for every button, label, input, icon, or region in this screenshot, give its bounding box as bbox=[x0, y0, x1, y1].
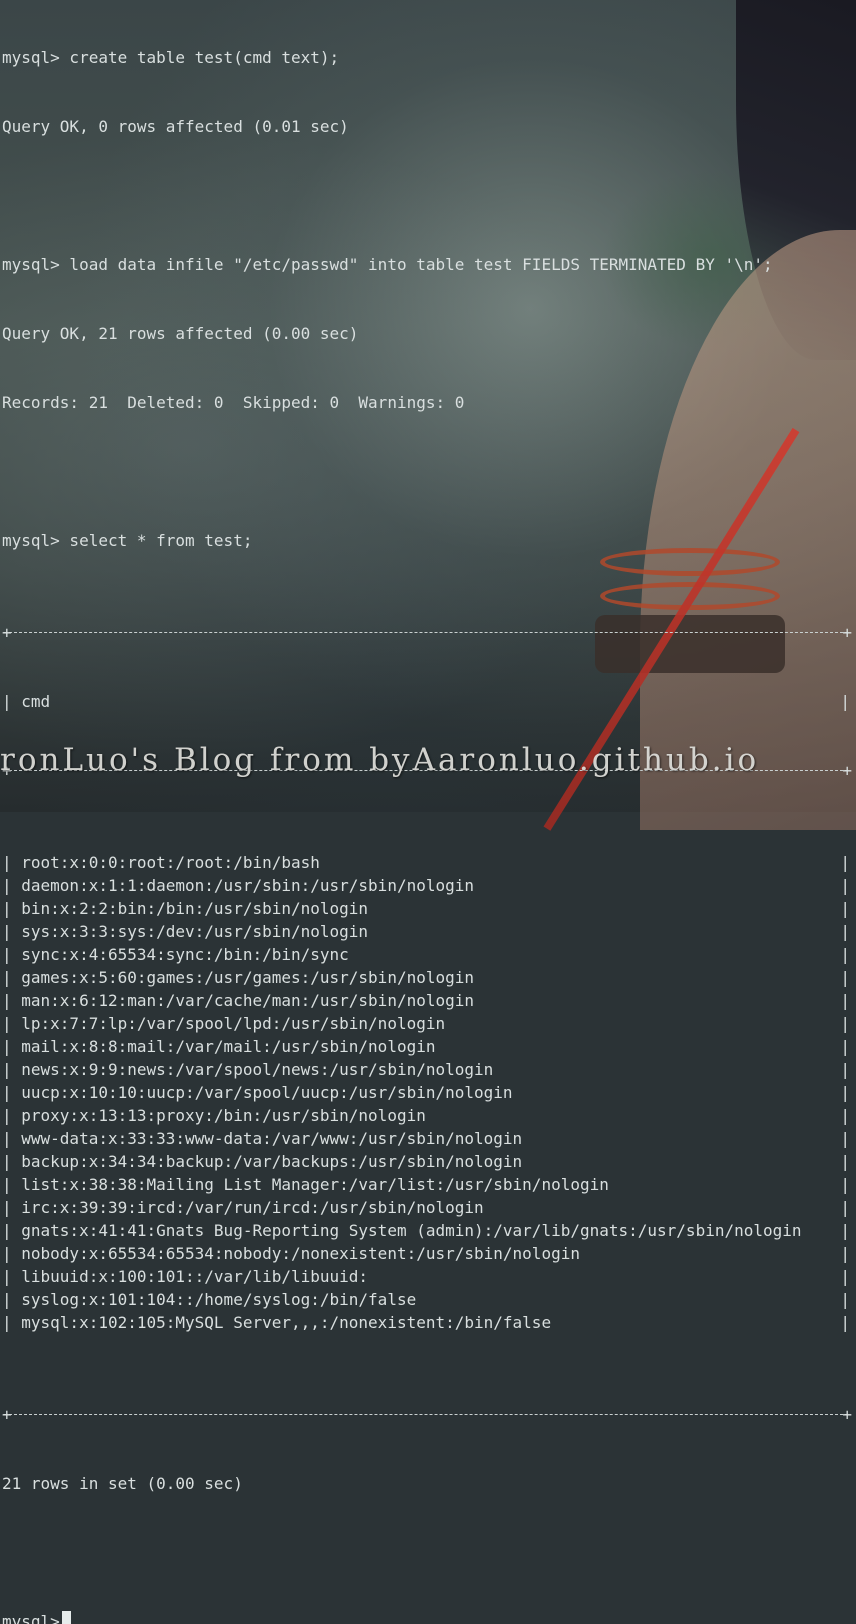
table-right-border: | bbox=[840, 922, 850, 941]
table-right-border: | bbox=[840, 1106, 850, 1125]
command-prompt[interactable]: mysql> bbox=[2, 1610, 854, 1624]
table-row: | uucp:x:10:10:uucp:/var/spool/uucp:/usr… bbox=[2, 1081, 854, 1104]
table-right-border: | bbox=[840, 968, 850, 987]
table-cell: | daemon:x:1:1:daemon:/usr/sbin:/usr/sbi… bbox=[2, 876, 475, 895]
terminal-output[interactable]: mysql> create table test(cmd text); Quer… bbox=[2, 0, 854, 1624]
table-row: | root:x:0:0:root:/root:/bin/bash | bbox=[2, 851, 854, 874]
table-right-border: | bbox=[840, 1152, 850, 1171]
table-row: | mail:x:8:8:mail:/var/mail:/usr/sbin/no… bbox=[2, 1035, 854, 1058]
table-body: | root:x:0:0:root:/root:/bin/bash | | daem… bbox=[2, 851, 854, 1334]
table-row: | mysql:x:102:105:MySQL Server,,,:/nonex… bbox=[2, 1311, 854, 1334]
prompt-label: mysql> bbox=[2, 1612, 60, 1624]
table-border: + bbox=[2, 1403, 854, 1426]
table-cell: | lp:x:7:7:lp:/var/spool/lpd:/usr/sbin/n… bbox=[2, 1014, 446, 1033]
table-row: | gnats:x:41:41:Gnats Bug-Reporting Syst… bbox=[2, 1219, 854, 1242]
text-cursor bbox=[61, 1611, 71, 1624]
table-right-border: | bbox=[840, 1290, 850, 1309]
table-right-border: | bbox=[840, 899, 850, 918]
terminal-line: Records: 21 Deleted: 0 Skipped: 0 Warnin… bbox=[2, 393, 465, 412]
query-summary: 21 rows in set (0.00 sec) bbox=[2, 1474, 243, 1493]
table-cell: | sys:x:3:3:sys:/dev:/usr/sbin/nologin bbox=[2, 922, 369, 941]
table-cell: | syslog:x:101:104::/home/syslog:/bin/fa… bbox=[2, 1290, 417, 1309]
table-right-border: | bbox=[840, 1244, 850, 1263]
table-cell: | mysql:x:102:105:MySQL Server,,,:/nonex… bbox=[2, 1313, 552, 1332]
table-row: | sync:x:4:65534:sync:/bin:/bin/sync | bbox=[2, 943, 854, 966]
table-cell: | bin:x:2:2:bin:/bin:/usr/sbin/nologin bbox=[2, 899, 369, 918]
table-border: + bbox=[2, 621, 854, 644]
table-cell: | backup:x:34:34:backup:/var/backups:/us… bbox=[2, 1152, 523, 1171]
table-right-border: | bbox=[840, 1267, 850, 1286]
table-row: | bin:x:2:2:bin:/bin:/usr/sbin/nologin | bbox=[2, 897, 854, 920]
table-right-border: | bbox=[840, 991, 850, 1010]
table-row: | nobody:x:65534:65534:nobody:/nonexiste… bbox=[2, 1242, 854, 1265]
table-row: | lp:x:7:7:lp:/var/spool/lpd:/usr/sbin/n… bbox=[2, 1012, 854, 1035]
table-right-border: | bbox=[840, 1175, 850, 1194]
table-row: | man:x:6:12:man:/var/cache/man:/usr/sbi… bbox=[2, 989, 854, 1012]
table-cell: | uucp:x:10:10:uucp:/var/spool/uucp:/usr… bbox=[2, 1083, 513, 1102]
table-border: + bbox=[2, 759, 854, 782]
table-row: | backup:x:34:34:backup:/var/backups:/us… bbox=[2, 1150, 854, 1173]
terminal-line: mysql> create table test(cmd text); bbox=[2, 48, 340, 67]
table-right-border: | bbox=[840, 1083, 850, 1102]
table-cell: | nobody:x:65534:65534:nobody:/nonexiste… bbox=[2, 1244, 580, 1263]
table-cell: | sync:x:4:65534:sync:/bin:/bin/sync bbox=[2, 945, 349, 964]
table-row: | sys:x:3:3:sys:/dev:/usr/sbin/nologin | bbox=[2, 920, 854, 943]
table-cell: | proxy:x:13:13:proxy:/bin:/usr/sbin/nol… bbox=[2, 1106, 426, 1125]
table-header-row: | cmd | bbox=[2, 690, 854, 713]
table-right-border: | bbox=[840, 1198, 850, 1217]
table-cell: | libuuid:x:100:101::/var/lib/libuuid: bbox=[2, 1267, 369, 1286]
table-row: | list:x:38:38:Mailing List Manager:/var… bbox=[2, 1173, 854, 1196]
table-right-border: | bbox=[840, 1060, 850, 1079]
table-cell: | man:x:6:12:man:/var/cache/man:/usr/sbi… bbox=[2, 991, 475, 1010]
table-right-border: | bbox=[840, 1313, 850, 1332]
table-row: | daemon:x:1:1:daemon:/usr/sbin:/usr/sbi… bbox=[2, 874, 854, 897]
terminal-line: mysql> select * from test; bbox=[2, 531, 253, 550]
table-row: | libuuid:x:100:101::/var/lib/libuuid: | bbox=[2, 1265, 854, 1288]
table-row: | proxy:x:13:13:proxy:/bin:/usr/sbin/nol… bbox=[2, 1104, 854, 1127]
table-cell: | gnats:x:41:41:Gnats Bug-Reporting Syst… bbox=[2, 1221, 802, 1240]
table-row: | irc:x:39:39:ircd:/var/run/ircd:/usr/sb… bbox=[2, 1196, 854, 1219]
table-cell: | irc:x:39:39:ircd:/var/run/ircd:/usr/sb… bbox=[2, 1198, 484, 1217]
table-cell: | mail:x:8:8:mail:/var/mail:/usr/sbin/no… bbox=[2, 1037, 436, 1056]
table-right-border: | bbox=[840, 1014, 850, 1033]
table-row: | syslog:x:101:104::/home/syslog:/bin/fa… bbox=[2, 1288, 854, 1311]
table-row: | games:x:5:60:games:/usr/games:/usr/sbi… bbox=[2, 966, 854, 989]
table-right-border: | bbox=[840, 1221, 850, 1240]
table-row: | www-data:x:33:33:www-data:/var/www:/us… bbox=[2, 1127, 854, 1150]
terminal-line: mysql> load data infile "/etc/passwd" in… bbox=[2, 255, 773, 274]
table-right-border: | bbox=[840, 853, 850, 872]
terminal-line: Query OK, 21 rows affected (0.00 sec) bbox=[2, 324, 359, 343]
table-right-border: | bbox=[840, 876, 850, 895]
table-right-border: | bbox=[840, 945, 850, 964]
terminal-line: Query OK, 0 rows affected (0.01 sec) bbox=[2, 117, 349, 136]
table-cell: | games:x:5:60:games:/usr/games:/usr/sbi… bbox=[2, 968, 475, 987]
table-cell: | news:x:9:9:news:/var/spool/news:/usr/s… bbox=[2, 1060, 494, 1079]
table-cell: | www-data:x:33:33:www-data:/var/www:/us… bbox=[2, 1129, 523, 1148]
table-right-border: | bbox=[840, 1037, 850, 1056]
table-right-border: | bbox=[840, 1129, 850, 1148]
table-right-border: | bbox=[840, 692, 850, 711]
table-cell: | list:x:38:38:Mailing List Manager:/var… bbox=[2, 1175, 609, 1194]
table-cell: | root:x:0:0:root:/root:/bin/bash bbox=[2, 853, 320, 872]
table-header-cell: | cmd bbox=[2, 692, 51, 711]
table-row: | news:x:9:9:news:/var/spool/news:/usr/s… bbox=[2, 1058, 854, 1081]
